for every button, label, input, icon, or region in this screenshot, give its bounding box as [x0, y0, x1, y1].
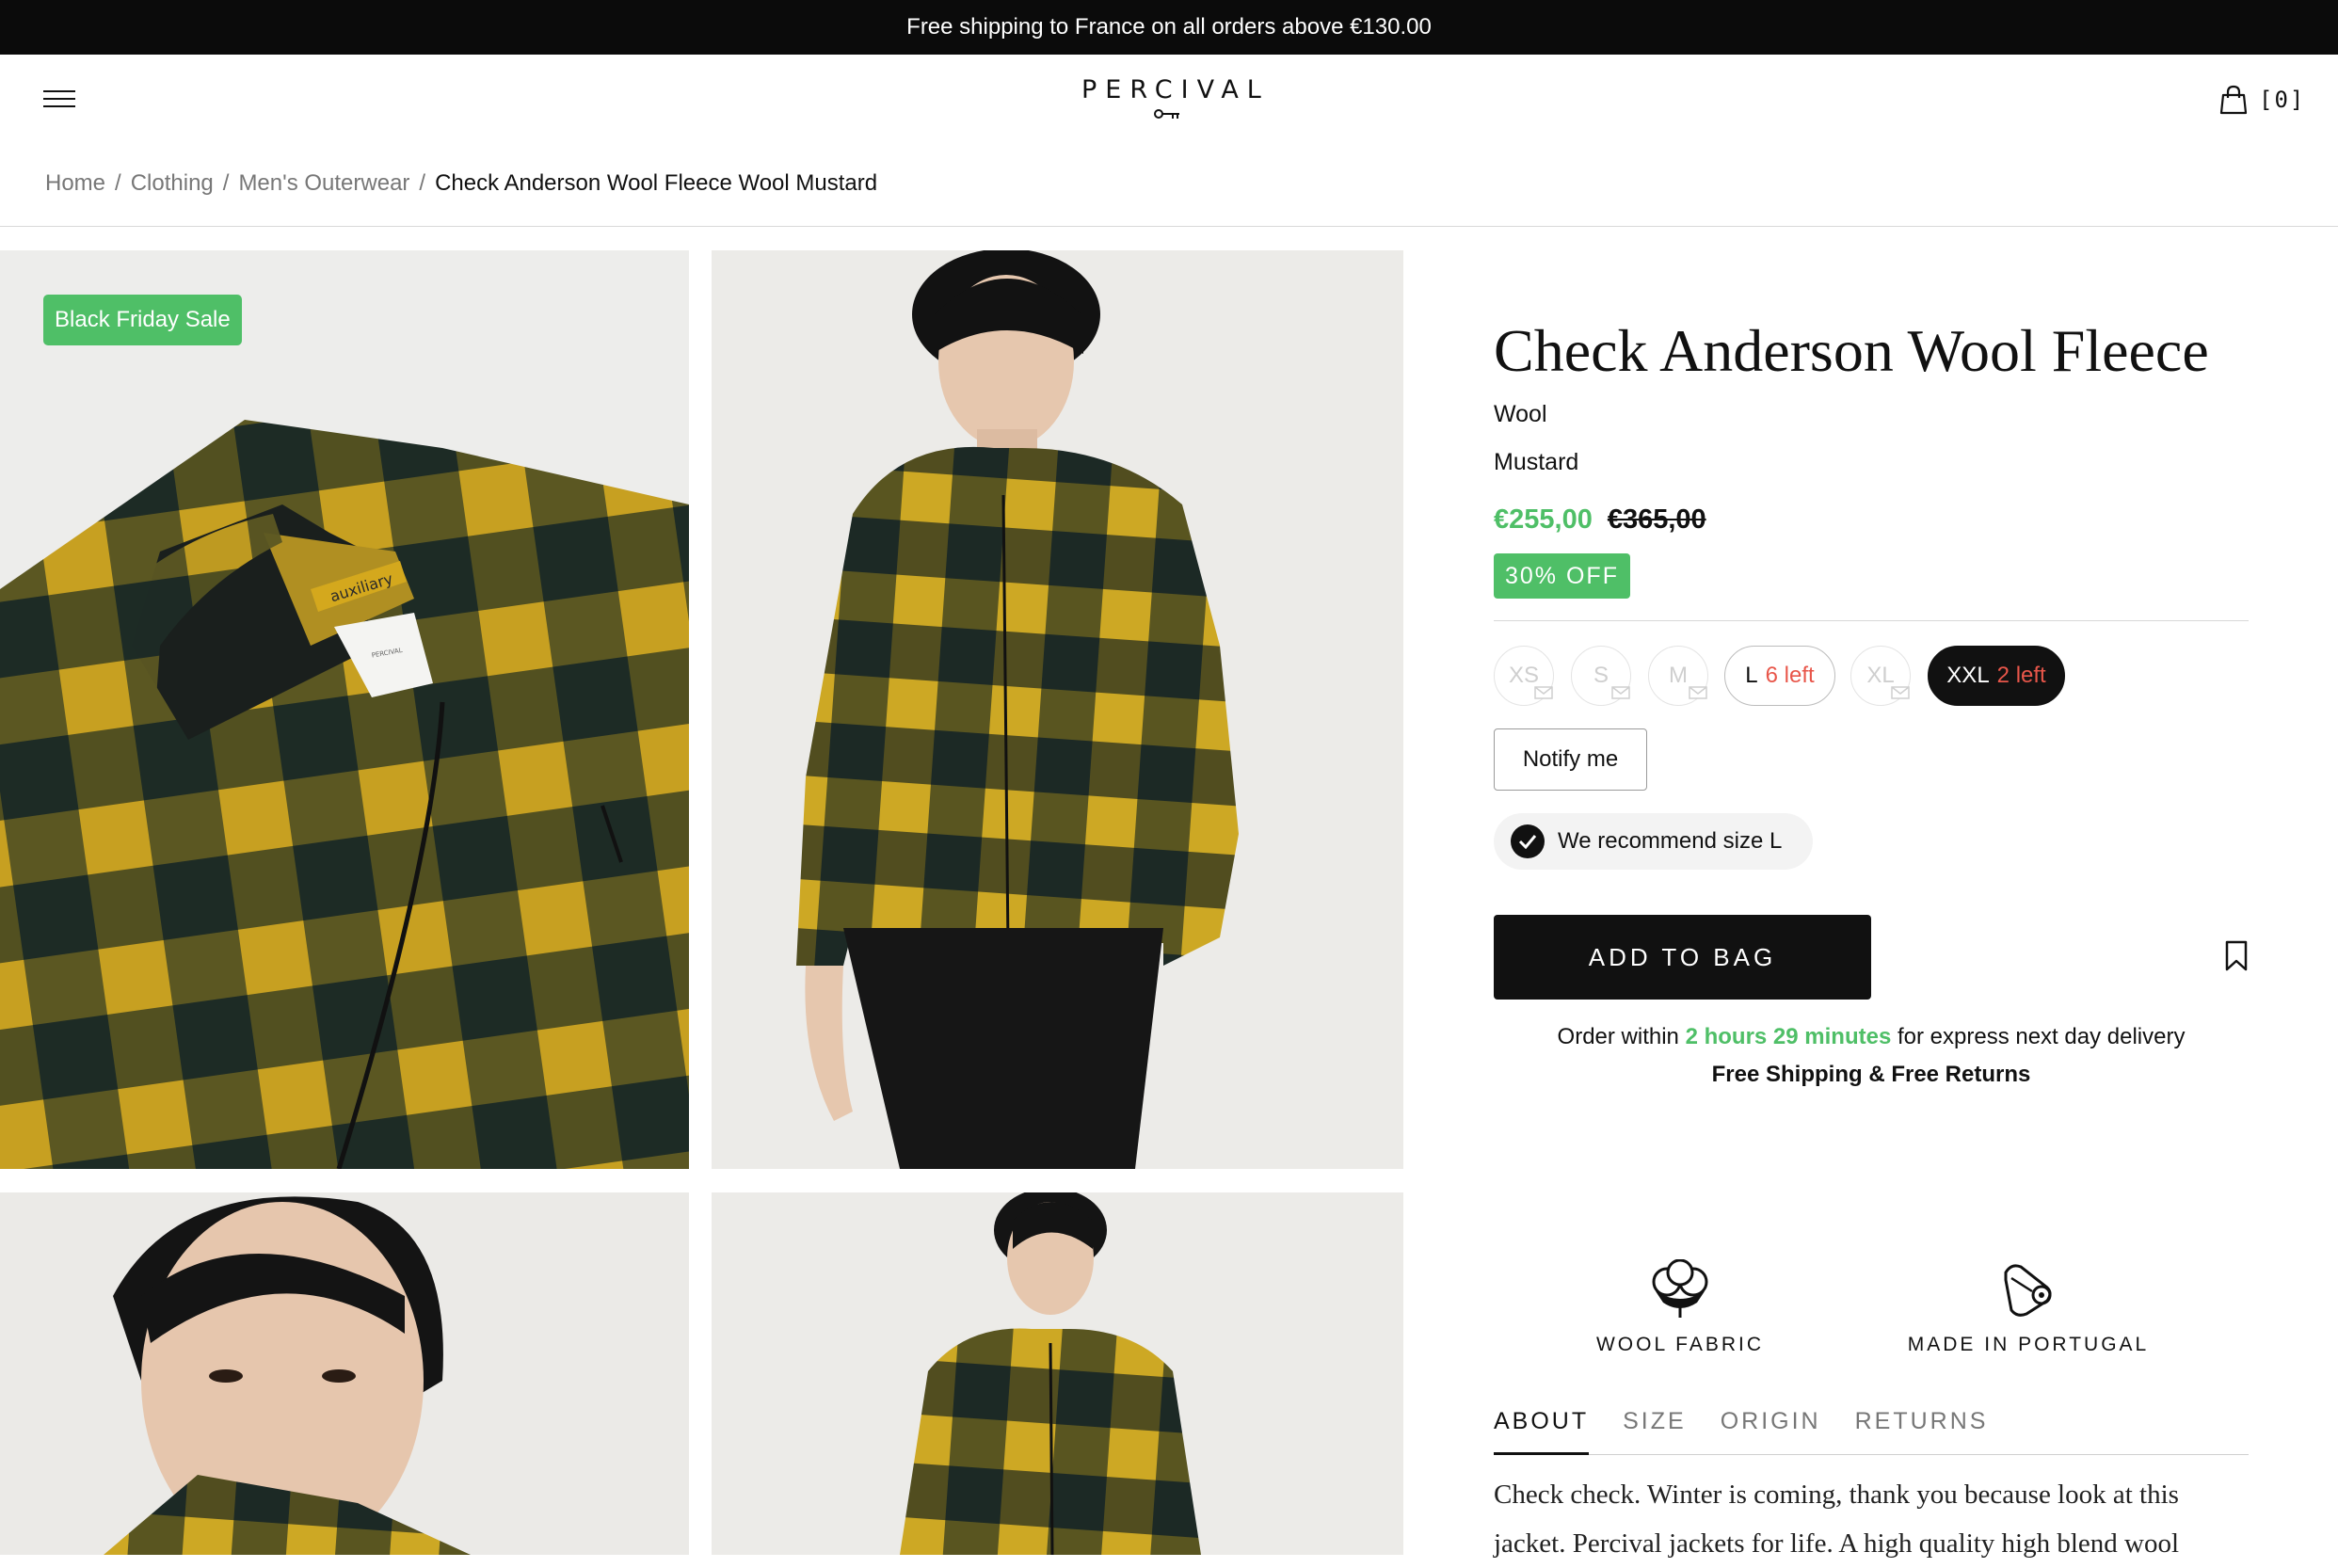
- feature-wool-fabric: WOOL FABRIC: [1581, 1258, 1779, 1356]
- product-image-model-front[interactable]: [712, 250, 1403, 1169]
- fabric-roll-icon: [2004, 1264, 2052, 1317]
- add-to-bag-label: ADD TO BAG: [1588, 942, 1777, 971]
- stock-indicator: 6 left: [1765, 663, 1815, 688]
- tab-returns[interactable]: RETURNS: [1855, 1408, 1989, 1455]
- sale-badge: Black Friday Sale: [43, 295, 242, 345]
- size-label: S: [1593, 663, 1609, 688]
- sale-badge-text: Black Friday Sale: [55, 307, 231, 332]
- breadcrumb-separator: /: [419, 170, 426, 196]
- announcement-text: Free shipping to France on all orders ab…: [906, 14, 1432, 40]
- discount-badge: 30% OFF: [1494, 553, 1630, 599]
- breadcrumb-separator: /: [222, 170, 230, 196]
- delivery-suffix: for express next day delivery: [1897, 1024, 2186, 1049]
- shopping-bag-icon: [2219, 85, 2248, 115]
- size-label: L: [1745, 663, 1758, 688]
- check-icon: [1511, 824, 1545, 858]
- original-price: €365,00: [1607, 504, 1706, 535]
- tab-size[interactable]: SIZE: [1623, 1408, 1687, 1455]
- notify-me-label: Notify me: [1522, 746, 1619, 772]
- delivery-countdown: 2 hours 29 minutes: [1685, 1024, 1892, 1049]
- about-description: Check check. Winter is coming, thank you…: [1494, 1480, 2180, 1559]
- logo-text: PERCIVAL: [1081, 75, 1270, 104]
- breadcrumb: Home / Clothing / Men's Outerwear / Chec…: [45, 170, 877, 197]
- product-image-model-full[interactable]: [712, 1192, 1403, 1555]
- key-icon: [1154, 109, 1179, 119]
- size-option-m[interactable]: M: [1648, 646, 1708, 706]
- menu-icon[interactable]: [43, 90, 75, 113]
- breadcrumb-current: Check Anderson Wool Fleece Wool Mustard: [435, 170, 878, 196]
- tab-origin[interactable]: ORIGIN: [1721, 1408, 1821, 1455]
- discount-text: 30% OFF: [1505, 562, 1619, 589]
- product-title: Check Anderson Wool Fleece: [1494, 317, 2209, 384]
- price-divider: [1494, 620, 2249, 621]
- free-shipping-text: Free Shipping & Free Returns: [1711, 1062, 2031, 1087]
- cotton-icon: [1652, 1258, 1708, 1318]
- breadcrumb-mens-outerwear[interactable]: Men's Outerwear: [238, 170, 409, 197]
- mail-icon: [1891, 686, 1910, 699]
- delivery-message: Order within 2 hours 29 minutes for expr…: [1494, 1024, 2249, 1050]
- bag-count: [0]: [2259, 87, 2306, 113]
- breadcrumb-separator: /: [115, 170, 121, 196]
- recommendation-text: We recommend size L: [1558, 828, 1783, 854]
- size-option-xxl[interactable]: XXL 2 left: [1928, 646, 2065, 706]
- mail-icon: [1611, 686, 1630, 699]
- size-option-xs[interactable]: XS: [1494, 646, 1554, 706]
- mail-icon: [1689, 686, 1707, 699]
- size-recommendation: We recommend size L: [1494, 813, 1813, 870]
- notify-me-button[interactable]: Notify me: [1494, 728, 1647, 791]
- product-material: Wool: [1494, 401, 1547, 427]
- product-image-collar[interactable]: auxiliary PERCIVAL: [0, 250, 689, 1169]
- feature-label: WOOL FABRIC: [1595, 1334, 1765, 1355]
- breadcrumb-clothing[interactable]: Clothing: [131, 170, 214, 197]
- bag-button[interactable]: [0]: [2219, 85, 2305, 115]
- product-image-model-face[interactable]: [0, 1192, 689, 1555]
- logo[interactable]: PERCIVAL: [1073, 75, 1261, 120]
- feature-label: MADE IN PORTUGAL: [1907, 1334, 2150, 1355]
- price-block: €255,00 €365,00: [1494, 504, 1706, 536]
- size-option-s[interactable]: S: [1571, 646, 1631, 706]
- mail-icon: [1534, 686, 1553, 699]
- feature-made-in-portugal: MADE IN PORTUGAL: [1901, 1259, 2155, 1356]
- size-option-xl[interactable]: XL: [1850, 646, 1911, 706]
- size-option-l[interactable]: L 6 left: [1724, 646, 1835, 706]
- bookmark-icon[interactable]: [2223, 940, 2250, 977]
- header-divider: [0, 226, 2338, 227]
- size-label: XL: [1866, 663, 1895, 688]
- size-label: M: [1669, 663, 1688, 688]
- add-to-bag-button[interactable]: ADD TO BAG: [1494, 915, 1871, 1000]
- product-color: Mustard: [1494, 449, 1579, 475]
- size-label: XS: [1508, 663, 1539, 688]
- size-label: XXL: [1946, 663, 1990, 688]
- product-info-tabs: ABOUT SIZE ORIGIN RETURNS: [1494, 1408, 2249, 1455]
- stock-indicator: 2 left: [1996, 663, 2046, 688]
- delivery-prefix: Order within: [1557, 1024, 1679, 1049]
- breadcrumb-home[interactable]: Home: [45, 170, 105, 197]
- sale-price: €255,00: [1494, 504, 1593, 535]
- announcement-bar: Free shipping to France on all orders ab…: [0, 0, 2338, 55]
- tab-about[interactable]: ABOUT: [1494, 1408, 1590, 1455]
